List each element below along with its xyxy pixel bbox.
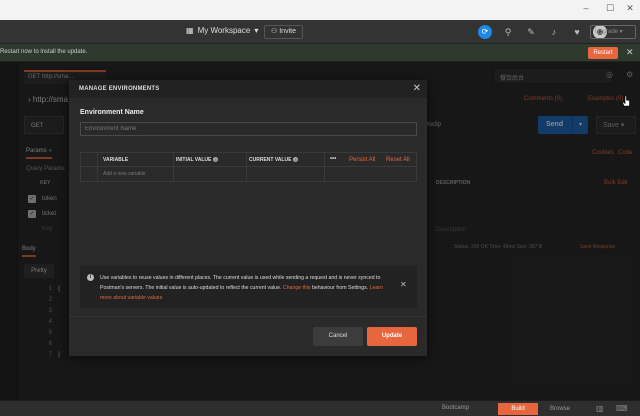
variables-table-header: VARIABLE INITIAL VALUE i CURRENT VALUE i •… — [81, 153, 416, 167]
environment-name-input[interactable] — [80, 122, 417, 136]
column-divider — [246, 153, 247, 167]
dialog-footer: Cancel Update — [69, 316, 427, 356]
app-header: ▦ My Workspace ▾ ⚇ Invite ⟳ ⚲ ✎ ♪ ♥ ◉ Up… — [0, 20, 640, 44]
invite-button[interactable]: ⚇ Invite — [264, 25, 303, 39]
variable-column-header: VARIABLE — [103, 157, 129, 163]
more-options-icon[interactable]: ••• — [330, 156, 336, 162]
variables-info-note: i Use variables to reuse values in diffe… — [80, 266, 417, 308]
column-divider — [324, 153, 325, 167]
bell-icon[interactable]: ♪ — [547, 25, 561, 39]
column-divider — [173, 167, 174, 181]
restart-button[interactable]: Restart — [588, 47, 618, 59]
dialog-title: MANAGE ENVIRONMENTS — [79, 86, 160, 92]
column-divider — [97, 167, 98, 181]
status-bar: Bootcamp Build Browse ▥ ⌨ — [0, 400, 640, 416]
table-row: Add a new variable — [81, 167, 416, 181]
workspace-label: My Workspace — [197, 26, 251, 35]
initial-value-label: INITIAL VALUE — [176, 157, 212, 163]
build-toggle[interactable]: Build — [498, 403, 538, 415]
info-icon: i — [87, 274, 94, 281]
info-icon[interactable]: i — [213, 157, 219, 163]
dialog-header: MANAGE ENVIRONMENTS ✕ — [69, 80, 427, 98]
workspace-switcher[interactable]: ▦ My Workspace ▾ — [186, 26, 258, 35]
sync-icon[interactable]: ⟳ — [478, 25, 492, 39]
keyboard-icon[interactable]: ⌨ — [616, 404, 628, 413]
close-icon[interactable]: ✕ — [413, 83, 421, 94]
banner-text: Restart now to install the update. — [0, 49, 88, 55]
close-icon[interactable]: ✕ — [626, 47, 634, 58]
current-value-column-header: CURRENT VALUE i — [249, 157, 299, 163]
column-divider — [246, 167, 247, 181]
layout-icon[interactable]: ▥ — [596, 404, 604, 413]
bootcamp-link[interactable]: Bootcamp — [442, 405, 469, 411]
satellite-icon[interactable]: ⚲ — [501, 25, 515, 39]
info-note-text: Use variables to reuse values in differe… — [100, 273, 390, 303]
wrench-icon[interactable]: ✎ — [524, 25, 538, 39]
os-titlebar: – ☐ ✕ — [0, 0, 640, 20]
column-divider — [173, 153, 174, 167]
column-divider — [324, 167, 325, 181]
chevron-down-icon: ▾ — [254, 26, 259, 35]
initial-value-column-header: INITIAL VALUE i — [176, 157, 219, 163]
info-icon[interactable]: i — [293, 157, 299, 163]
note-text-part: behaviour from Settings. — [310, 285, 370, 291]
close-icon[interactable]: ✕ — [400, 280, 407, 289]
change-settings-link[interactable]: Change this — [283, 285, 311, 291]
manage-environments-dialog: MANAGE ENVIRONMENTS ✕ Environment Name V… — [69, 80, 427, 356]
environment-name-label: Environment Name — [80, 109, 144, 116]
heart-icon[interactable]: ♥ — [570, 25, 584, 39]
reset-all-button[interactable]: Reset All — [386, 157, 410, 163]
header-icons: ⟳ ⚲ ✎ ♪ ♥ ◉ — [478, 25, 607, 39]
upgrade-button[interactable]: Upgrade ▾ — [590, 25, 636, 39]
invite-label: Invite — [279, 28, 296, 35]
variables-table: VARIABLE INITIAL VALUE i CURRENT VALUE i •… — [80, 152, 417, 182]
close-window-button[interactable]: ✕ — [616, 3, 640, 14]
browse-toggle[interactable]: Browse — [540, 403, 580, 415]
current-value-label: CURRENT VALUE — [249, 157, 292, 163]
grid-icon: ▦ — [186, 26, 194, 35]
update-button[interactable]: Update — [367, 327, 417, 346]
hand-cursor-icon — [622, 96, 630, 107]
persist-all-button[interactable]: Persist All — [349, 157, 375, 163]
update-banner: Restart now to install the update. Resta… — [0, 44, 640, 62]
upgrade-label: Upgrade — [595, 29, 619, 35]
column-divider — [97, 153, 98, 167]
cancel-button[interactable]: Cancel — [313, 327, 363, 346]
add-variable-input[interactable]: Add a new variable — [103, 171, 146, 177]
user-add-icon: ⚇ — [271, 28, 278, 35]
